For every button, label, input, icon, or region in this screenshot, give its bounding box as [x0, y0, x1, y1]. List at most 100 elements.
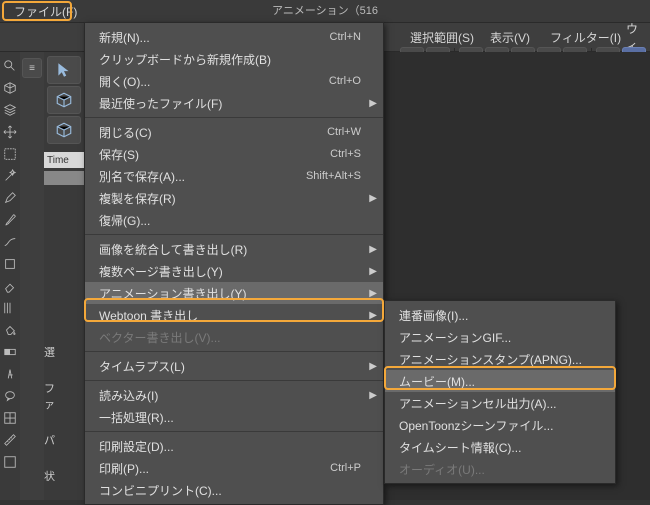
pen-icon[interactable]: [2, 190, 18, 206]
submenu-item[interactable]: OpenToonzシーンファイル...: [385, 414, 615, 436]
menu-item-label: 別名で保存(A)...: [99, 168, 185, 185]
chevron-right-icon: ▶: [369, 361, 377, 372]
frame-icon[interactable]: [2, 410, 18, 426]
menu-shortcut: Shift+Alt+S: [306, 170, 361, 182]
menu-item[interactable]: コンビニプリント(C)...: [85, 479, 383, 501]
menu-item-label: 複製を保存(R): [99, 190, 176, 207]
menu-shortcut: Ctrl+O: [329, 75, 361, 87]
menu-item[interactable]: 印刷設定(D)...: [85, 435, 383, 457]
side-label-path: パ: [44, 432, 64, 448]
menu-item-label: クリップボードから新規作成(B): [99, 51, 271, 68]
menu-item[interactable]: 複数ページ書き出し(Y) ▶: [85, 260, 383, 282]
menu-item-label: 印刷設定(D)...: [99, 438, 174, 455]
layers-icon[interactable]: [2, 102, 18, 118]
chevron-right-icon: ▶: [369, 244, 377, 255]
menu-separator: [85, 234, 383, 235]
menu-item-label: 保存(S): [99, 146, 139, 163]
shape-icon[interactable]: [2, 256, 18, 272]
selection-tool-icon[interactable]: [2, 146, 18, 162]
side-labels: 選 ファ パ 状: [44, 344, 64, 504]
ruler-icon[interactable]: [2, 432, 18, 448]
anim-export-submenu: 連番画像(I)...アニメーションGIF...アニメーションスタンプ(APNG)…: [384, 300, 616, 484]
menu-separator: [85, 117, 383, 118]
menu-item-label: 画像を統合して書き出し(R): [99, 241, 247, 258]
menu-item[interactable]: 画像を統合して書き出し(R) ▶: [85, 238, 383, 260]
menu-item[interactable]: 保存(S)Ctrl+S: [85, 143, 383, 165]
menu-item[interactable]: 一括処理(R)...: [85, 406, 383, 428]
menu-item[interactable]: クリップボードから新規作成(B): [85, 48, 383, 70]
menu-file[interactable]: ファイル(F): [4, 1, 87, 22]
menu-item-label: 開く(O)...: [99, 73, 150, 90]
chevron-right-icon: ▶: [369, 193, 377, 204]
chevron-right-icon: ▶: [369, 288, 377, 299]
submenu-item[interactable]: アニメーションGIF...: [385, 326, 615, 348]
menu-item-label: タイムラプス(L): [99, 358, 185, 375]
text-icon[interactable]: [2, 366, 18, 382]
menu-separator: [85, 351, 383, 352]
menu-item[interactable]: Webtoon 書き出し ▶: [85, 304, 383, 326]
submenu-item: オーディオ(U)...: [385, 458, 615, 480]
grid-icon[interactable]: [2, 454, 18, 470]
menu-shortcut: Ctrl+N: [330, 31, 361, 43]
menu-item[interactable]: 新規(N)... Ctrl+N: [85, 26, 383, 48]
menu-item[interactable]: アニメーション書き出し(Y) ▶: [85, 282, 383, 304]
wand-icon[interactable]: [2, 168, 18, 184]
gradient-tool-icon[interactable]: [2, 300, 18, 316]
eraser-icon[interactable]: [2, 278, 18, 294]
curve-icon[interactable]: [2, 234, 18, 250]
submenu-item[interactable]: アニメーションセル出力(A)...: [385, 392, 615, 414]
menu-item-label: アニメーション書き出し(Y): [99, 285, 247, 302]
gradient-icon[interactable]: [2, 344, 18, 360]
hamburger-icon[interactable]: ≡: [22, 58, 42, 78]
file-menu: 新規(N)... Ctrl+N クリップボードから新規作成(B) 開く(O)... Ct…: [84, 22, 384, 505]
brush-icon[interactable]: [2, 212, 18, 228]
menu-item-label: 閉じる(C): [99, 124, 152, 141]
balloon-icon[interactable]: [2, 388, 18, 404]
menu-item-label: ベクター書き出し(V)...: [99, 329, 221, 346]
side-label-state: 状: [44, 468, 64, 484]
submenu-item[interactable]: 連番画像(I)...: [385, 304, 615, 326]
menu-item[interactable]: 複製を保存(R) ▶: [85, 187, 383, 209]
menu-item-label: 複数ページ書き出し(Y): [99, 263, 223, 280]
window-title: アニメーション（516: [272, 2, 378, 18]
menu-item-label: 復帰(G)...: [99, 212, 150, 229]
menu-item[interactable]: 閉じる(C) Ctrl+W: [85, 121, 383, 143]
search-icon[interactable]: [2, 58, 18, 74]
timeline-thumb: [44, 171, 84, 185]
submenu-item[interactable]: ムービー(M)...: [385, 370, 615, 392]
cube-icon[interactable]: [2, 80, 18, 96]
chevron-right-icon: ▶: [369, 390, 377, 401]
menu-shortcut: Ctrl+W: [327, 126, 361, 138]
menu-item-label: コンビニプリント(C)...: [99, 482, 222, 499]
menu-item[interactable]: 最近使ったファイル(F) ▶: [85, 92, 383, 114]
menu-item-label: 最近使ったファイル(F): [99, 95, 222, 112]
submenu-item[interactable]: タイムシート情報(C)...: [385, 436, 615, 458]
menu-item: ベクター書き出し(V)...: [85, 326, 383, 348]
menu-separator: [85, 380, 383, 381]
menu-separator: [85, 431, 383, 432]
menu-item-label: 新規(N)...: [99, 29, 150, 46]
timeline-tab[interactable]: Time: [44, 152, 84, 168]
chevron-right-icon: ▶: [369, 310, 377, 321]
menu-item[interactable]: タイムラプス(L) ▶: [85, 355, 383, 377]
left-tool-strip-2: ≡: [20, 52, 44, 500]
cube-panel-icon[interactable]: [47, 86, 81, 114]
menu-item[interactable]: 開く(O)... Ctrl+O: [85, 70, 383, 92]
chevron-right-icon: ▶: [369, 98, 377, 109]
submenu-item[interactable]: アニメーションスタンプ(APNG)...: [385, 348, 615, 370]
side-label-select: 選: [44, 344, 64, 360]
menu-item[interactable]: 復帰(G)...: [85, 209, 383, 231]
side-label-file: ファ: [44, 380, 64, 412]
chevron-right-icon: ▶: [369, 266, 377, 277]
menu-item[interactable]: 読み込み(I) ▶: [85, 384, 383, 406]
move-icon[interactable]: [2, 124, 18, 140]
menubar: ファイル(F) アニメーション（516: [0, 0, 650, 22]
menu-item-label: 読み込み(I): [99, 387, 158, 404]
fill-icon[interactable]: [2, 322, 18, 338]
menu-item-label: 印刷(P)...: [99, 460, 149, 477]
menu-item[interactable]: 別名で保存(A)... Shift+Alt+S: [85, 165, 383, 187]
menu-item-label: Webtoon 書き出し: [99, 307, 198, 324]
menu-item[interactable]: 印刷(P)...Ctrl+P: [85, 457, 383, 479]
cursor-panel-icon[interactable]: [47, 56, 81, 84]
cube-panel-icon-2[interactable]: [47, 116, 81, 144]
